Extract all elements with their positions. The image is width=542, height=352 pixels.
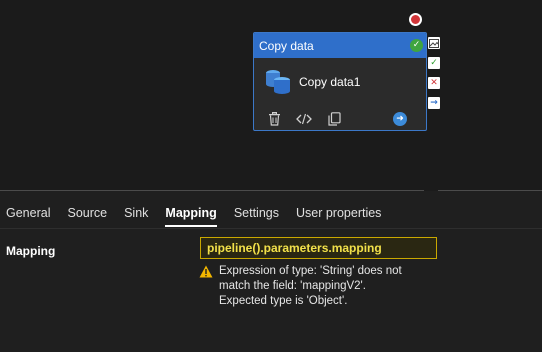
activity-type-label: Copy data bbox=[259, 38, 314, 53]
completion-arrow-icon[interactable]: → bbox=[428, 97, 440, 109]
success-check-icon[interactable]: ✓ bbox=[428, 57, 440, 69]
copy-database-icon bbox=[266, 70, 290, 94]
image-icon[interactable] bbox=[428, 37, 440, 49]
tabs-underline bbox=[0, 228, 542, 229]
tab-general[interactable]: General bbox=[6, 206, 50, 227]
tab-sink[interactable]: Sink bbox=[124, 206, 148, 227]
activity-toolbar bbox=[266, 111, 342, 127]
tab-mapping[interactable]: Mapping bbox=[165, 206, 217, 227]
activity-output-ports: ✓ ✕ → bbox=[428, 37, 440, 109]
warning-icon bbox=[199, 265, 213, 278]
activity-body: Copy data1 ➜ bbox=[254, 58, 426, 130]
tab-source[interactable]: Source bbox=[67, 206, 107, 227]
validation-error: Expression of type: 'String' does not ma… bbox=[199, 264, 402, 309]
breakpoint-circle-icon[interactable] bbox=[409, 13, 422, 26]
properties-tabs: General Source Sink Mapping Settings Use… bbox=[6, 206, 398, 227]
failure-x-icon[interactable]: ✕ bbox=[428, 77, 440, 89]
copy-data-activity[interactable]: Copy data ✓ Copy data1 ➜ bbox=[253, 32, 427, 131]
properties-panel: General Source Sink Mapping Settings Use… bbox=[0, 191, 542, 352]
activity-name: Copy data1 bbox=[299, 75, 361, 89]
error-line: Expression of type: 'String' does not bbox=[219, 265, 402, 277]
arrow-right-circle-icon[interactable]: ➜ bbox=[393, 112, 407, 126]
tab-user-properties[interactable]: User properties bbox=[296, 206, 381, 227]
error-message: Expression of type: 'String' does not ma… bbox=[219, 264, 402, 309]
pipeline-canvas[interactable]: Copy data ✓ Copy data1 ➜ ✓ ✕ → bbox=[0, 0, 542, 189]
activity-header: Copy data ✓ bbox=[254, 33, 426, 58]
copy-icon[interactable] bbox=[326, 111, 342, 127]
code-icon[interactable] bbox=[296, 111, 312, 127]
mapping-field-label: Mapping bbox=[6, 244, 56, 258]
error-line: Expected type is 'Object'. bbox=[219, 295, 348, 307]
mapping-expression-input[interactable] bbox=[200, 237, 437, 259]
error-line: match the field: 'mappingV2'. bbox=[219, 280, 366, 292]
delete-icon[interactable] bbox=[266, 111, 282, 127]
tab-settings[interactable]: Settings bbox=[234, 206, 279, 227]
check-circle-icon: ✓ bbox=[410, 39, 423, 52]
